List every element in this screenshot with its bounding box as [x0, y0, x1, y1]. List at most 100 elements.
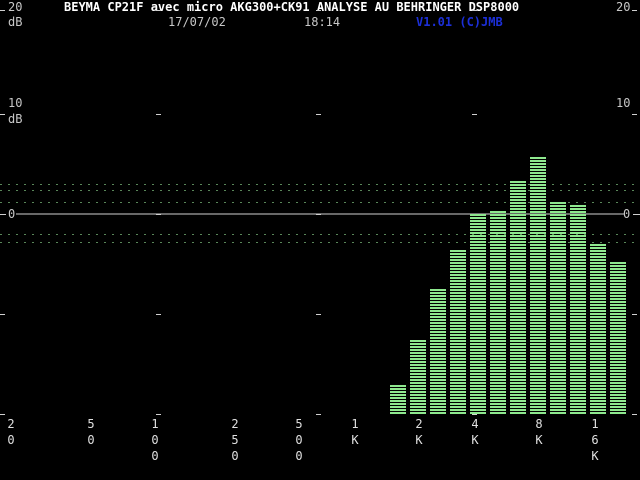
bar — [570, 205, 586, 414]
bar-stripe — [430, 364, 446, 366]
bar-stripe — [550, 262, 566, 264]
bar-stripe — [490, 277, 506, 279]
bar-stripe — [490, 250, 506, 252]
bar-stripe — [530, 238, 546, 240]
x-tick-label: 8 K — [535, 417, 543, 447]
bar-stripe — [570, 259, 586, 261]
bar-stripe — [550, 343, 566, 345]
bar-stripe — [490, 322, 506, 324]
bar-stripe — [570, 286, 586, 288]
bar-stripe — [470, 286, 486, 288]
bar-stripe — [470, 358, 486, 360]
x-tick-label: 2 K — [415, 417, 423, 447]
bar-stripe — [590, 397, 606, 399]
bar-stripe — [550, 361, 566, 363]
bar-stripe — [590, 379, 606, 381]
bar-stripe — [570, 361, 586, 363]
bar-stripe — [550, 289, 566, 291]
bar-stripe — [510, 193, 526, 195]
bar-stripe — [430, 397, 446, 399]
bar-stripe — [450, 397, 466, 399]
bar-stripe — [590, 394, 606, 396]
bar-stripe — [550, 271, 566, 273]
bar-stripe — [510, 403, 526, 405]
bar-stripe — [590, 376, 606, 378]
bar-stripe — [490, 406, 506, 408]
bar-stripe — [510, 379, 526, 381]
bar-stripe — [450, 322, 466, 324]
bar-stripe — [590, 259, 606, 261]
bar-stripe — [550, 370, 566, 372]
bar-stripe — [550, 388, 566, 390]
bar-stripe — [530, 361, 546, 363]
bar-stripe — [610, 301, 626, 303]
bar-stripe — [490, 367, 506, 369]
bar-stripe — [450, 316, 466, 318]
bar-stripe — [490, 376, 506, 378]
bar-stripe — [470, 307, 486, 309]
bar-stripe — [470, 277, 486, 279]
bar-stripe — [570, 274, 586, 276]
bar-stripe — [570, 376, 586, 378]
bar-stripe — [450, 331, 466, 333]
bar-stripe — [530, 181, 546, 183]
bar-stripe — [490, 214, 506, 216]
bar-stripe — [470, 394, 486, 396]
bar-stripe — [490, 331, 506, 333]
bar-stripe — [550, 298, 566, 300]
bar-stripe — [430, 403, 446, 405]
bar-stripe — [610, 283, 626, 285]
bar-stripe — [450, 265, 466, 267]
bar-stripe — [430, 373, 446, 375]
bar-stripe — [590, 244, 606, 246]
bar-stripe — [490, 352, 506, 354]
bar-stripe — [610, 289, 626, 291]
bar-stripe — [570, 223, 586, 225]
bar-stripe — [550, 406, 566, 408]
bar-stripe — [450, 319, 466, 321]
x-tick-label: 4 K — [471, 417, 479, 447]
bar-stripe — [490, 307, 506, 309]
bar-stripe — [550, 322, 566, 324]
bar-stripe — [570, 412, 586, 414]
bar-stripe — [530, 385, 546, 387]
x-tick-label: 1 6 K — [591, 417, 599, 463]
bar-stripe — [550, 352, 566, 354]
bar-stripe — [530, 190, 546, 192]
bar-stripe — [510, 286, 526, 288]
bar-stripe — [610, 295, 626, 297]
bar-stripe — [510, 226, 526, 228]
bar-stripe — [570, 364, 586, 366]
bar-stripe — [530, 244, 546, 246]
bar-stripe — [530, 163, 546, 165]
bar-stripe — [550, 307, 566, 309]
bar-stripe — [430, 313, 446, 315]
bar-stripe — [510, 265, 526, 267]
bar-stripe — [450, 355, 466, 357]
bar-stripe — [570, 331, 586, 333]
bar-stripe — [430, 388, 446, 390]
bar-stripe — [610, 325, 626, 327]
bar-stripe — [410, 376, 426, 378]
bar-stripe — [530, 187, 546, 189]
bar-stripe — [510, 355, 526, 357]
bar — [590, 244, 606, 414]
bar-stripe — [510, 412, 526, 414]
bar-stripe — [530, 253, 546, 255]
bar-stripe — [390, 391, 406, 393]
bar-stripe — [590, 322, 606, 324]
bar-stripe — [510, 292, 526, 294]
bar-stripe — [570, 298, 586, 300]
bar — [430, 289, 446, 414]
bar-stripe — [530, 352, 546, 354]
bar-stripe — [550, 214, 566, 216]
bar-stripe — [550, 283, 566, 285]
bar-stripe — [530, 337, 546, 339]
bar-stripe — [450, 325, 466, 327]
bar-stripe — [470, 259, 486, 261]
bar-stripe — [490, 283, 506, 285]
bar-stripe — [490, 262, 506, 264]
bar-stripe — [470, 235, 486, 237]
bar-stripe — [570, 211, 586, 213]
bar-stripe — [510, 358, 526, 360]
